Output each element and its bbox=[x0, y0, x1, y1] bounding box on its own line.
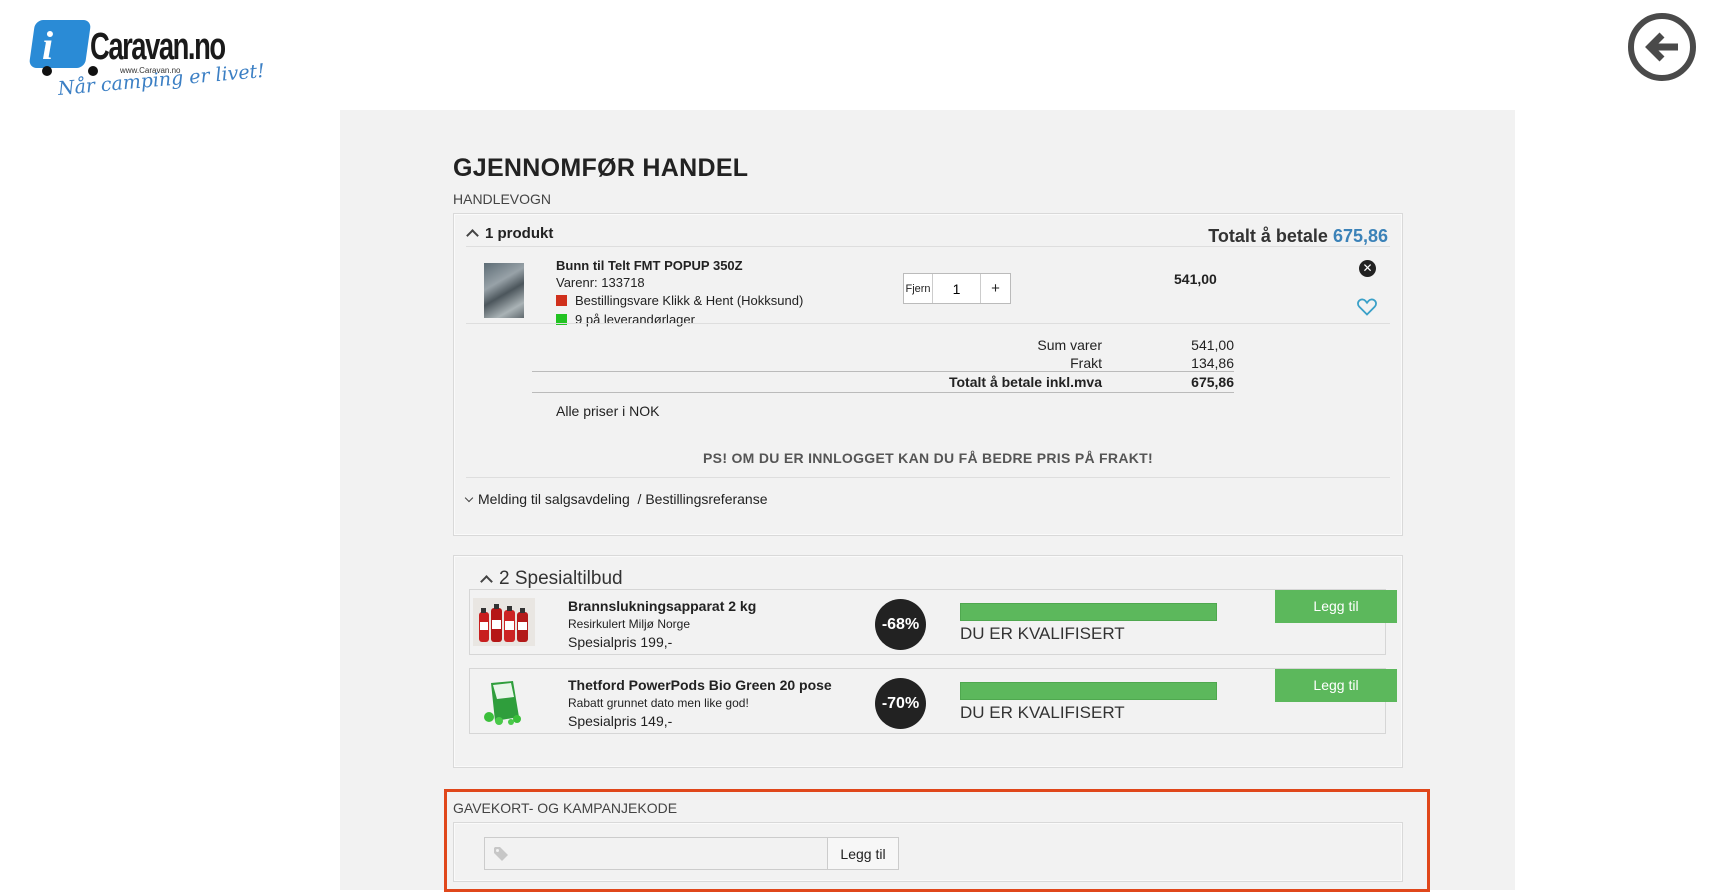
back-button[interactable] bbox=[1628, 13, 1696, 81]
chevron-up-icon bbox=[466, 229, 479, 242]
divider bbox=[466, 477, 1390, 478]
progress-fill bbox=[961, 683, 1216, 699]
logo-letter: i bbox=[42, 23, 54, 68]
qualification-progress-bar bbox=[960, 603, 1217, 621]
logo-brand: Caravan.no bbox=[90, 26, 226, 68]
add-offer-button[interactable]: Legg til bbox=[1275, 669, 1397, 702]
offer-price: Spesialpris 149,- bbox=[568, 713, 673, 729]
quantity-input[interactable] bbox=[933, 274, 982, 303]
cart-section-label: HANDLEVOGN bbox=[453, 191, 552, 207]
quantity-plus-button[interactable]: + bbox=[981, 274, 1010, 303]
divider bbox=[466, 323, 1390, 324]
chevron-up-icon bbox=[480, 575, 493, 588]
divider bbox=[466, 246, 1390, 247]
sales-message-label: Melding til salgsavdeling bbox=[478, 491, 630, 507]
qualification-status: DU ER KVALIFISERT bbox=[960, 624, 1125, 643]
summary-label: Frakt bbox=[1070, 355, 1102, 371]
cart-box: 1 produkt Totalt å betale 675,86 Bunn ti… bbox=[453, 213, 1403, 536]
heart-icon[interactable] bbox=[1357, 298, 1377, 316]
cart-count-label: 1 produkt bbox=[485, 225, 554, 242]
line-price: 541,00 bbox=[1174, 271, 1217, 287]
site-logo[interactable]: i Caravan.no www.Caravan.no Når camping … bbox=[28, 16, 268, 106]
product-stock-status: Bestillingsvare Klikk & Hent (Hokksund) bbox=[556, 293, 803, 308]
product-supplier-stock: 9 på leverandørlager bbox=[556, 312, 695, 327]
offers-title: 2 Spesialtilbud bbox=[499, 568, 623, 589]
product-sku: Varenr: 133718 bbox=[556, 275, 645, 290]
offer-subtitle: Resirkulert Miljø Norge bbox=[568, 617, 691, 631]
freight-login-note: PS! OM DU ER INNLOGGET KAN DU FÅ BEDRE P… bbox=[703, 450, 1153, 466]
cart-total-value: 675,86 bbox=[1332, 226, 1388, 246]
summary-value: 675,86 bbox=[1191, 374, 1234, 390]
product-image[interactable] bbox=[484, 263, 524, 318]
powerpods-bag-image bbox=[473, 677, 535, 725]
summary-value: 134,86 bbox=[1191, 355, 1234, 371]
qualification-progress-bar bbox=[960, 682, 1217, 700]
summary-label: Sum varer bbox=[1037, 337, 1102, 353]
order-reference-label: / Bestillingsreferanse bbox=[637, 491, 768, 507]
page-title: GJENNOMFØR HANDEL bbox=[453, 154, 749, 182]
quantity-stepper: Fjern + bbox=[903, 273, 1011, 304]
offer-item: Thetford PowerPods Bio Green 20 pose Rab… bbox=[469, 668, 1397, 734]
summary-label: Totalt å betale inkl.mva bbox=[948, 374, 1102, 390]
cart-total-top: Totalt å betale 675,86 bbox=[1208, 226, 1388, 247]
cart-total-label: Totalt å betale bbox=[1208, 226, 1328, 246]
remove-item-icon[interactable]: ✕ bbox=[1359, 260, 1376, 277]
offer-item: Brannslukningsapparat 2 kg Resirkulert M… bbox=[469, 589, 1397, 655]
offers-collapse-toggle[interactable]: 2 Spesialtilbud bbox=[480, 568, 623, 590]
checkout-panel: GJENNOMFØR HANDEL HANDLEVOGN 1 produkt T… bbox=[340, 110, 1515, 890]
summary-divider bbox=[532, 371, 1234, 372]
progress-fill bbox=[961, 604, 1216, 620]
add-offer-button[interactable]: Legg til bbox=[1275, 590, 1397, 623]
cart-collapse-toggle[interactable]: 1 produkt bbox=[466, 225, 554, 242]
quantity-remove-button[interactable]: Fjern bbox=[904, 274, 934, 303]
offer-subtitle: Rabatt grunnet dato men like god! bbox=[568, 696, 749, 710]
stock-status-text: Bestillingsvare Klikk & Hent (Hokksund) bbox=[575, 293, 804, 308]
discount-badge: -68% bbox=[875, 599, 926, 650]
sales-message-toggle[interactable]: Melding til salgsavdeling / Bestillingsr… bbox=[464, 491, 768, 507]
back-arrow-icon bbox=[1645, 32, 1678, 62]
qualification-status: DU ER KVALIFISERT bbox=[960, 703, 1125, 722]
offer-name[interactable]: Thetford PowerPods Bio Green 20 pose bbox=[568, 677, 832, 693]
product-name[interactable]: Bunn til Telt FMT POPUP 350Z bbox=[556, 258, 743, 273]
discount-badge: -70% bbox=[875, 678, 926, 729]
offer-name[interactable]: Brannslukningsapparat 2 kg bbox=[568, 598, 756, 614]
supplier-stock-text: 9 på leverandørlager bbox=[575, 312, 695, 327]
special-offers-box: 2 Spesialtilbud Brannslukningsapparat 2 … bbox=[453, 555, 1403, 768]
fire-extinguisher-image bbox=[473, 598, 535, 646]
chevron-down-icon bbox=[464, 493, 474, 503]
stock-red-indicator bbox=[556, 295, 567, 306]
logo-badge bbox=[28, 20, 92, 68]
currency-note: Alle priser i NOK bbox=[556, 403, 660, 419]
offer-price: Spesialpris 199,- bbox=[568, 634, 673, 650]
summary-divider bbox=[532, 392, 1234, 393]
summary-value: 541,00 bbox=[1191, 337, 1234, 353]
logo-wheel-icon bbox=[42, 66, 52, 76]
highlight-frame bbox=[444, 789, 1430, 892]
